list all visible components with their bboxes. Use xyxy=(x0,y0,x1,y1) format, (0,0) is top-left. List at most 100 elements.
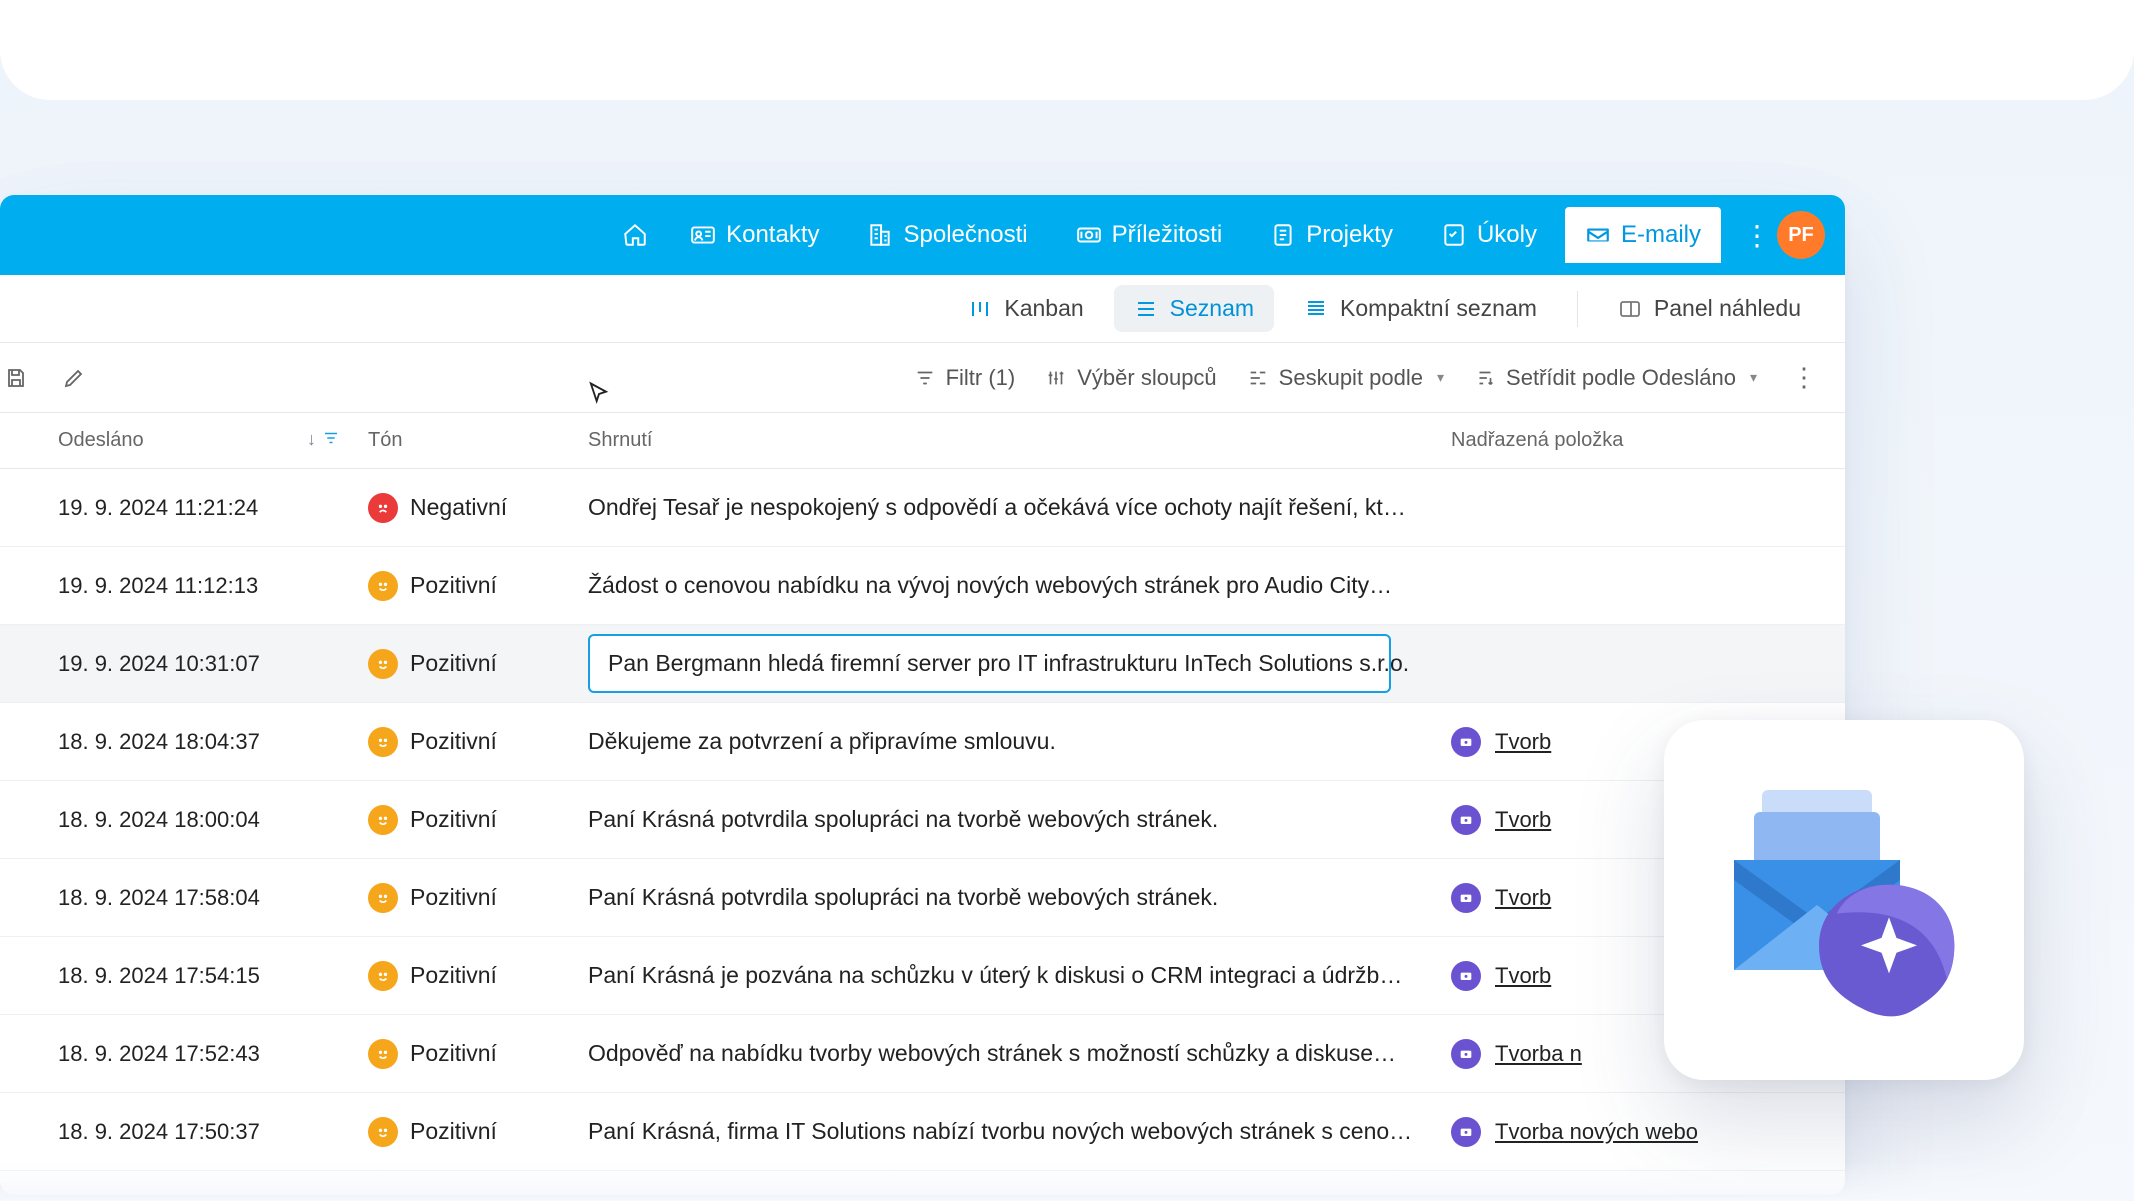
notebook-icon xyxy=(1270,222,1296,248)
tone-label: Pozitivní xyxy=(410,806,497,833)
parent-link[interactable]: Tvorb xyxy=(1495,963,1551,989)
parent-link[interactable]: Tvorb xyxy=(1495,729,1551,755)
table-row[interactable]: 19. 9. 2024 11:21:24 Negativní Ondřej Te… xyxy=(0,469,1845,547)
columns-button[interactable]: Výběr sloupců xyxy=(1045,365,1216,391)
save-button[interactable] xyxy=(2,364,30,392)
chevron-down-icon: ▾ xyxy=(1750,369,1757,386)
nav-contacts[interactable]: Kontakty xyxy=(670,207,839,263)
parent-badge-icon xyxy=(1451,805,1481,835)
home-icon xyxy=(622,222,648,248)
column-label: Odesláno xyxy=(58,429,144,452)
building-icon xyxy=(867,222,893,248)
cell-tone: Pozitivní xyxy=(368,649,588,679)
column-header-sent[interactable]: Odesláno ↓ xyxy=(58,429,368,453)
parent-badge-icon xyxy=(1451,727,1481,757)
tone-label: Pozitivní xyxy=(410,1118,497,1145)
nav-label: Kontakty xyxy=(726,221,819,249)
sort-icon xyxy=(1474,367,1496,389)
cell-summary: Žádost o cenovou nabídku na vývoj nových… xyxy=(588,572,1451,599)
cell-summary: Paní Krásná je pozvána na schůzku v úter… xyxy=(588,962,1451,989)
column-label: Tón xyxy=(368,429,402,451)
toolbar-more-button[interactable]: ⋮ xyxy=(1787,362,1821,393)
view-compact[interactable]: Kompaktní seznam xyxy=(1284,285,1557,332)
nav-emails[interactable]: E-maily xyxy=(1565,207,1721,263)
compact-list-icon xyxy=(1304,297,1328,321)
cell-tone: Pozitivní xyxy=(368,571,588,601)
summary-text: Paní Krásná je pozvána na schůzku v úter… xyxy=(588,962,1402,988)
parent-link[interactable]: Tvorba n xyxy=(1495,1041,1582,1067)
view-label: Seznam xyxy=(1170,295,1254,322)
smile-icon xyxy=(368,1039,398,1069)
cell-sent: 18. 9. 2024 17:50:37 xyxy=(58,1119,368,1145)
summary-text: Žádost o cenovou nabídku na vývoj nových… xyxy=(588,572,1392,598)
column-filter-icon[interactable] xyxy=(322,429,340,453)
assistant-card[interactable] xyxy=(1664,720,2024,1080)
nav-tasks[interactable]: Úkoly xyxy=(1421,207,1557,263)
list-icon xyxy=(1134,297,1158,321)
smile-icon xyxy=(368,571,398,601)
list-toolbar: Filtr (1) Výběr sloupců Seskupit podle ▾… xyxy=(0,343,1845,413)
table-row[interactable]: 18. 9. 2024 17:54:15 Pozitivní Paní Krás… xyxy=(0,937,1845,1015)
nav-label: Úkoly xyxy=(1477,221,1537,249)
columns-icon xyxy=(1045,367,1067,389)
cell-summary: Paní Krásná, firma IT Solutions nabízí t… xyxy=(588,1118,1451,1145)
contact-card-icon xyxy=(690,222,716,248)
view-kanban[interactable]: Kanban xyxy=(948,285,1103,332)
mail-icon xyxy=(1585,222,1611,248)
cell-sent: 18. 9. 2024 17:58:04 xyxy=(58,885,368,911)
summary-text: Paní Krásná, firma IT Solutions nabízí t… xyxy=(588,1118,1412,1144)
table-row[interactable]: 18. 9. 2024 18:04:37 Pozitivní Děkujeme … xyxy=(0,703,1845,781)
column-header-tone[interactable]: Tón xyxy=(368,429,588,452)
nav-companies[interactable]: Společnosti xyxy=(847,207,1047,263)
nav-more-button[interactable]: ⋮ xyxy=(1729,219,1759,252)
avatar-initials: PF xyxy=(1788,224,1814,247)
smile-icon xyxy=(368,1117,398,1147)
cell-sent: 19. 9. 2024 11:21:24 xyxy=(58,495,368,521)
filter-button[interactable]: Filtr (1) xyxy=(914,365,1016,391)
sort-by-button[interactable]: Setřídit podle Odesláno ▾ xyxy=(1474,365,1757,391)
chevron-down-icon: ▾ xyxy=(1437,369,1444,386)
table-row[interactable]: 18. 9. 2024 17:58:04 Pozitivní Paní Krás… xyxy=(0,859,1845,937)
cell-tone: Pozitivní xyxy=(368,727,588,757)
view-list[interactable]: Seznam xyxy=(1114,285,1274,332)
parent-link[interactable]: Tvorba nových webo xyxy=(1495,1119,1698,1145)
table-row[interactable]: 18. 9. 2024 17:52:43 Pozitivní Odpověď n… xyxy=(0,1015,1845,1093)
avatar[interactable]: PF xyxy=(1777,211,1825,259)
kanban-icon xyxy=(968,297,992,321)
summary-edit-box[interactable]: Pan Bergmann hledá firemní server pro IT… xyxy=(588,634,1391,693)
view-label: Kompaktní seznam xyxy=(1340,295,1537,322)
cell-sent: 18. 9. 2024 17:52:43 xyxy=(58,1041,368,1067)
column-header-parent[interactable]: Nadřazená položka xyxy=(1451,429,1821,452)
nav-projects[interactable]: Projekty xyxy=(1250,207,1413,263)
column-header-summary[interactable]: Shrnutí xyxy=(588,429,1451,452)
save-icon xyxy=(4,366,28,390)
view-preview-panel[interactable]: Panel náhledu xyxy=(1598,285,1821,332)
group-icon xyxy=(1247,367,1269,389)
table-row[interactable]: 18. 9. 2024 17:50:37 Pozitivní Paní Krás… xyxy=(0,1093,1845,1171)
edit-button[interactable] xyxy=(60,364,88,392)
tone-label: Pozitivní xyxy=(410,650,497,677)
table-row[interactable]: 18. 9. 2024 18:00:04 Pozitivní Paní Krás… xyxy=(0,781,1845,859)
panel-icon xyxy=(1618,297,1642,321)
smile-icon xyxy=(368,727,398,757)
cell-summary: Paní Krásná potvrdila spolupráci na tvor… xyxy=(588,884,1451,911)
cell-summary: Paní Krásná potvrdila spolupráci na tvor… xyxy=(588,806,1451,833)
parent-link[interactable]: Tvorb xyxy=(1495,807,1551,833)
pencil-icon xyxy=(62,366,86,390)
top-nav: Kontakty Společnosti Příležitosti Projek… xyxy=(0,195,1845,275)
column-label: Nadřazená položka xyxy=(1451,429,1623,451)
cell-tone: Pozitivní xyxy=(368,883,588,913)
cursor-icon xyxy=(585,380,613,414)
parent-link[interactable]: Tvorb xyxy=(1495,885,1551,911)
cell-sent: 19. 9. 2024 11:12:13 xyxy=(58,573,368,599)
toolbar-label: Filtr (1) xyxy=(946,365,1016,391)
group-by-button[interactable]: Seskupit podle ▾ xyxy=(1247,365,1444,391)
nav-opportunities[interactable]: Příležitosti xyxy=(1056,207,1243,263)
cell-sent: 18. 9. 2024 18:00:04 xyxy=(58,807,368,833)
home-button[interactable] xyxy=(608,208,662,262)
table-row[interactable]: 19. 9. 2024 10:31:07 Pozitivní Pan Bergm… xyxy=(0,625,1845,703)
cell-sent: 19. 9. 2024 10:31:07 xyxy=(58,651,368,677)
table-row[interactable]: 19. 9. 2024 11:12:13 Pozitivní Žádost o … xyxy=(0,547,1845,625)
nav-label: Projekty xyxy=(1306,221,1393,249)
tone-label: Pozitivní xyxy=(410,884,497,911)
